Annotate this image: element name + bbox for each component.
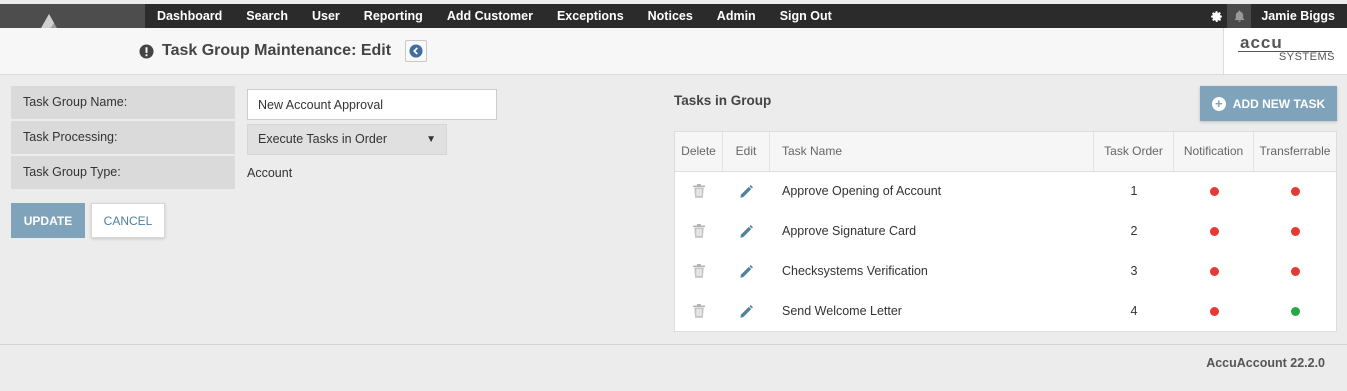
tasks-table: Delete Edit Task Name Task Order Notific… [674, 131, 1337, 332]
add-new-task-button[interactable]: + ADD NEW TASK [1200, 86, 1337, 121]
notification-cell [1174, 211, 1254, 251]
table-row: Send Welcome Letter 4 [675, 291, 1336, 331]
pencil-icon[interactable] [723, 251, 770, 291]
notification-cell [1174, 291, 1254, 331]
transferrable-cell [1254, 171, 1336, 211]
status-dot-icon [1290, 267, 1300, 277]
brand-systems-text: SYSTEMS [1278, 51, 1335, 63]
nav-right-group: Jamie Biggs [1205, 4, 1347, 28]
task-group-name-label: Task Group Name: [11, 86, 235, 119]
task-processing-value: Execute Tasks in Order [258, 132, 387, 146]
nav-sign-out[interactable]: Sign Out [768, 4, 844, 28]
status-dot-icon [1290, 307, 1300, 317]
task-name-cell: Send Welcome Letter [782, 304, 902, 318]
trash-icon[interactable] [675, 171, 723, 211]
table-row: Approve Signature Card 2 [675, 211, 1336, 251]
status-dot-icon [1209, 267, 1219, 277]
trash-icon[interactable] [675, 291, 723, 331]
notification-cell [1174, 171, 1254, 211]
plus-circle-icon: + [1211, 96, 1226, 111]
trash-icon[interactable] [675, 211, 723, 251]
task-processing-select[interactable]: Execute Tasks in Order ▼ [247, 124, 447, 155]
page-title: Task Group Maintenance: Edit [162, 42, 392, 59]
col-delete: Delete [675, 132, 723, 171]
task-name-cell: Approve Signature Card [782, 224, 917, 238]
title-group: Task Group Maintenance: Edit [139, 40, 428, 62]
col-edit: Edit [723, 132, 770, 171]
update-button[interactable]: UPDATE [11, 203, 85, 238]
pencil-icon[interactable] [723, 211, 770, 251]
col-task-order[interactable]: Task Order [1094, 132, 1174, 171]
status-dot-icon [1209, 307, 1219, 317]
pencil-icon[interactable] [723, 291, 770, 331]
back-button[interactable] [405, 40, 428, 62]
exclamation-circle-icon[interactable] [139, 43, 154, 59]
table-row: Approve Opening of Account 1 [675, 171, 1336, 211]
page-header: Task Group Maintenance: Edit accu SYSTEM… [0, 28, 1347, 75]
brand-logo: accu SYSTEMS [1223, 28, 1347, 74]
status-dot-icon [1209, 187, 1219, 197]
nav-search[interactable]: Search [234, 4, 300, 28]
task-order-cell: 2 [1130, 224, 1138, 238]
task-group-name-input[interactable] [247, 89, 497, 120]
tasks-table-header: Delete Edit Task Name Task Order Notific… [675, 132, 1336, 172]
nav-dashboard[interactable]: Dashboard [145, 4, 234, 28]
pencil-icon[interactable] [723, 171, 770, 211]
trash-icon[interactable] [675, 251, 723, 291]
arrow-left-circle-icon [409, 44, 423, 58]
status-dot-icon [1290, 227, 1300, 237]
page-footer: AccuAccount 22.2.0 [0, 344, 1347, 391]
task-name-cell: Checksystems Verification [782, 264, 928, 278]
col-notification[interactable]: Notification [1174, 132, 1254, 171]
task-order-cell: 4 [1130, 304, 1138, 318]
nav-reporting[interactable]: Reporting [352, 4, 435, 28]
cancel-button[interactable]: CANCEL [91, 203, 165, 238]
task-order-cell: 1 [1130, 184, 1138, 198]
main-nav: Dashboard Search User Reporting Add Cust… [145, 4, 844, 28]
app-version: AccuAccount 22.2.0 [1206, 356, 1325, 370]
nav-admin[interactable]: Admin [705, 4, 768, 28]
gear-icon[interactable] [1205, 4, 1227, 28]
user-name[interactable]: Jamie Biggs [1251, 9, 1347, 23]
nav-add-customer[interactable]: Add Customer [435, 4, 545, 28]
task-name-cell: Approve Opening of Account [782, 184, 942, 198]
nav-notices[interactable]: Notices [636, 4, 705, 28]
task-processing-label: Task Processing: [11, 121, 235, 154]
nav-exceptions[interactable]: Exceptions [545, 4, 636, 28]
nav-user[interactable]: User [300, 4, 352, 28]
bell-icon[interactable] [1227, 4, 1252, 28]
task-group-type-value: Account [247, 166, 293, 180]
status-dot-icon [1290, 187, 1300, 197]
add-new-task-label: ADD NEW TASK [1232, 96, 1326, 111]
transferrable-cell [1254, 291, 1336, 331]
transferrable-cell [1254, 211, 1336, 251]
status-dot-icon [1209, 227, 1219, 237]
task-order-cell: 3 [1130, 264, 1138, 278]
tasks-in-group-title: Tasks in Group [674, 93, 772, 108]
notification-cell [1174, 251, 1254, 291]
table-row: Checksystems Verification 3 [675, 251, 1336, 291]
brand-accu-text: accu [1240, 33, 1283, 52]
transferrable-cell [1254, 251, 1336, 291]
task-group-type-label: Task Group Type: [11, 156, 235, 189]
col-task-name[interactable]: Task Name [770, 132, 1094, 171]
top-nav-bar: Dashboard Search User Reporting Add Cust… [0, 4, 1347, 28]
caret-down-icon: ▼ [426, 134, 436, 145]
col-transferrable[interactable]: Transferrable [1254, 132, 1336, 171]
